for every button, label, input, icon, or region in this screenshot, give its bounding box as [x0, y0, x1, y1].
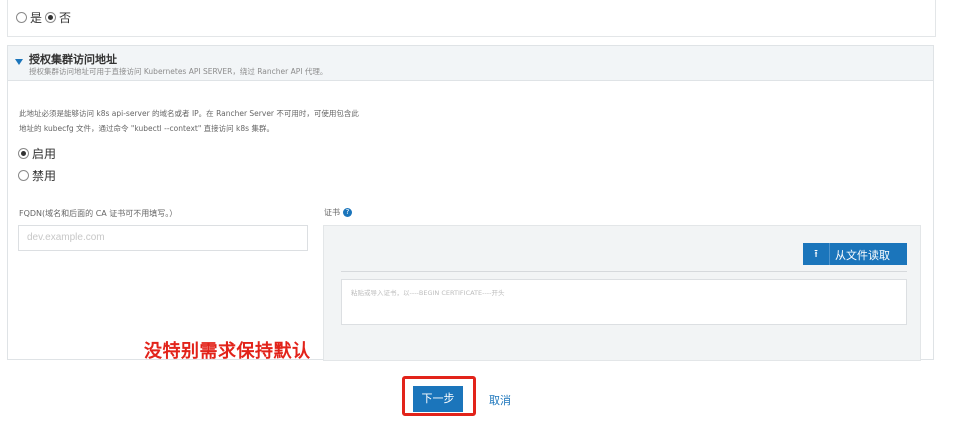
read-from-file-button[interactable]: ⭱ 从文件读取 [803, 243, 907, 265]
fqdn-label: FQDN(域名和后面的 CA 证书可不用填写。） [19, 209, 178, 218]
annotation-text: 没特别需求保持默认 [144, 341, 311, 362]
upload-icon: ⭱ [803, 243, 830, 265]
collapse-caret-icon[interactable] [15, 59, 23, 65]
authorized-endpoint-section: 授权集群访问地址 授权集群访问地址可用于直接访问 Kubernetes API … [7, 45, 934, 361]
radio-enable-label: 启用 [32, 147, 57, 161]
radio-no-label: 否 [59, 11, 72, 25]
radio-yes-label: 是 [30, 11, 43, 25]
radio-yes[interactable] [16, 12, 27, 23]
radio-enable[interactable] [18, 148, 29, 159]
section-header[interactable]: 授权集群访问地址 授权集群访问地址可用于直接访问 Kubernetes API … [8, 46, 933, 81]
fqdn-input[interactable]: dev.example.com [18, 225, 308, 251]
option-enable[interactable]: 启用 [18, 145, 59, 162]
cert-label: 证书 [324, 208, 340, 217]
cert-textarea[interactable]: 粘贴或导入证书，以----BEGIN CERTIFICATE----开头 [341, 279, 907, 325]
read-from-file-label: 从文件读取 [835, 249, 890, 262]
cert-divider [341, 271, 907, 272]
help-icon[interactable]: ? [343, 208, 352, 217]
previous-section-panel: 是否 [7, 0, 936, 37]
radio-no[interactable] [45, 12, 57, 23]
cert-label-row: 证书? [324, 207, 352, 218]
section-subtitle: 授权集群访问地址可用于直接访问 Kubernetes API SERVER，绕过… [29, 67, 328, 76]
description-line-1: 此地址必须是能够访问 k8s api-server 的域名或者 IP。在 Ran… [19, 109, 359, 118]
next-button[interactable]: 下一步 [413, 386, 463, 412]
section-description: 此地址必须是能够访问 k8s api-server 的域名或者 IP。在 Ran… [19, 106, 469, 136]
description-line-2: 地址的 kubecfg 文件，通过命令 "kubectl --context" … [19, 124, 274, 133]
option-disable[interactable]: 禁用 [18, 167, 59, 184]
radio-disable[interactable] [18, 170, 29, 181]
yes-no-radio-group: 是否 [16, 7, 74, 26]
section-title: 授权集群访问地址 [29, 53, 117, 66]
cancel-link[interactable]: 取消 [489, 392, 511, 408]
radio-disable-label: 禁用 [32, 169, 57, 183]
cert-box: ⭱ 从文件读取 粘贴或导入证书，以----BEGIN CERTIFICATE--… [323, 225, 921, 361]
